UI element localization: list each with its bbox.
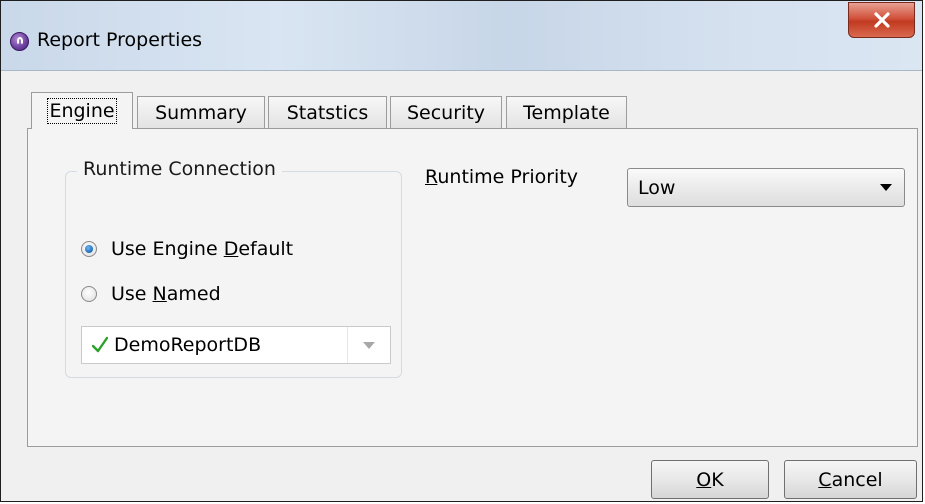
tab-engine[interactable]: Engine — [31, 92, 133, 129]
use-named-label: Use Named — [111, 283, 221, 305]
tab-label: Security — [406, 101, 486, 124]
tab-summary[interactable]: Summary — [137, 96, 265, 128]
tab-label: Template — [523, 101, 610, 124]
report-properties-dialog: Report Properties Engine Summary Statsti… — [0, 0, 923, 502]
named-connection-value: DemoReportDB — [114, 334, 262, 356]
check-icon — [92, 336, 108, 353]
app-icon — [10, 32, 29, 51]
tab-label: Summary — [155, 101, 247, 124]
runtime-connection-title: Runtime Connection — [77, 158, 282, 180]
ok-button[interactable]: OK — [651, 460, 769, 499]
named-connection-combo[interactable]: DemoReportDB — [81, 326, 391, 364]
cancel-button[interactable]: Cancel — [784, 460, 917, 499]
title-bar[interactable]: Report Properties — [1, 1, 922, 71]
radio-selected-icon[interactable] — [81, 241, 97, 257]
radio-unselected-icon[interactable] — [81, 286, 97, 302]
chevron-down-icon — [880, 184, 892, 191]
runtime-priority-label: Runtime Priority — [425, 166, 579, 188]
tab-label: Statstics — [286, 101, 369, 124]
use-engine-default-label: Use Engine Default — [111, 238, 294, 260]
tab-label: Engine — [47, 98, 117, 124]
close-button[interactable] — [848, 2, 915, 38]
use-named-radio[interactable]: Use Named — [81, 281, 221, 307]
window-title: Report Properties — [37, 29, 203, 51]
tab-template[interactable]: Template — [506, 96, 627, 128]
ok-button-label: OK — [696, 468, 724, 491]
close-icon — [873, 12, 890, 28]
tab-statistics[interactable]: Statstics — [268, 96, 387, 128]
runtime-priority-value: Low — [638, 177, 676, 199]
runtime-priority-select[interactable]: Low — [627, 168, 905, 207]
tab-security[interactable]: Security — [390, 96, 502, 128]
use-engine-default-radio[interactable]: Use Engine Default — [81, 236, 293, 262]
chevron-down-icon[interactable] — [347, 327, 390, 363]
cancel-button-label: Cancel — [818, 468, 883, 491]
